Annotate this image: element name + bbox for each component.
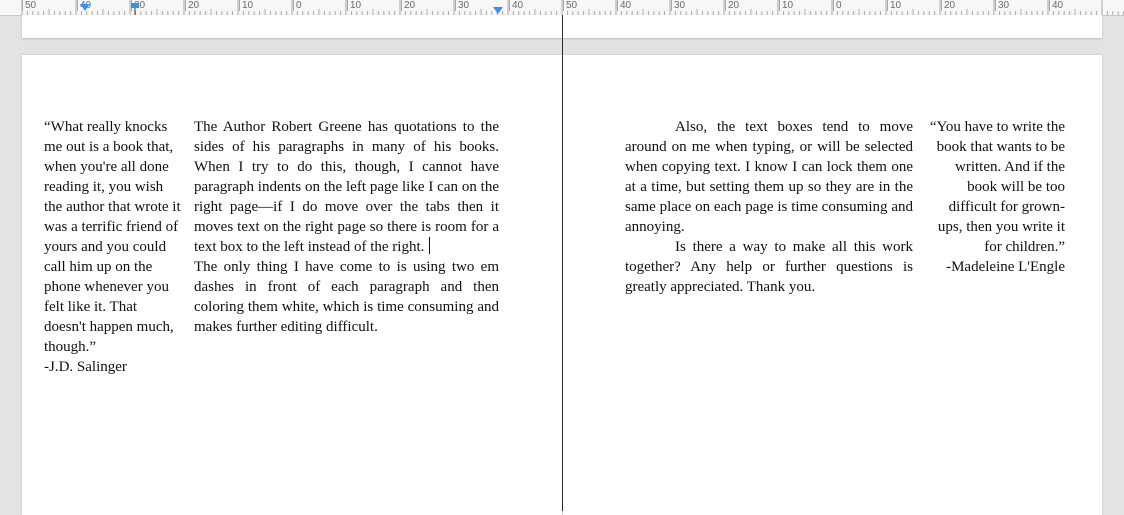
right-indent-marker[interactable] — [492, 6, 504, 15]
ruler-label: 50 — [563, 0, 577, 11]
ruler-label: 20 — [725, 0, 739, 11]
ruler-label: 30 — [455, 0, 469, 11]
right-page-body[interactable]: Also, the text boxes tend to move around… — [625, 117, 913, 297]
ruler-label: 10 — [779, 0, 793, 11]
ruler-label: 40 — [1049, 0, 1063, 11]
ruler-label: 10 — [347, 0, 361, 11]
ruler-label: 10 — [239, 0, 253, 11]
right-sidebar-attribution: -Madeleine L'Engle — [946, 259, 1065, 275]
ruler-label: 40 — [509, 0, 523, 11]
left-paragraph-1: The Author Robert Greene has quotations … — [194, 117, 499, 257]
right-paragraph-1: Also, the text boxes tend to move around… — [625, 119, 913, 235]
left-sidebar-quote-box[interactable]: “What really knocks me out is a book tha… — [44, 117, 182, 377]
ruler-label: 0 — [833, 0, 842, 11]
previous-page-right — [563, 15, 1102, 38]
ruler-label: 20 — [185, 0, 199, 11]
horizontal-ruler[interactable]: 50 40 30 20 10 0 10 20 30 40 50 40 30 20… — [0, 0, 1124, 16]
ruler-ticks — [21, 0, 1124, 15]
left-paragraph-2: The only thing I have come to is using t… — [194, 259, 499, 335]
ruler-label: 40 — [617, 0, 631, 11]
ruler-label: 20 — [941, 0, 955, 11]
previous-page-left — [22, 15, 562, 38]
ruler-label: 20 — [401, 0, 415, 11]
left-indent-marker[interactable] — [129, 2, 141, 15]
ruler-label: 50 — [22, 0, 36, 11]
page-divider — [562, 15, 563, 511]
ruler-label: 30 — [671, 0, 685, 11]
right-paragraph-2: Is there a way to make all this work tog… — [625, 239, 913, 295]
left-page-body[interactable]: The Author Robert Greene has quotations … — [194, 117, 499, 337]
left-paragraph-1-text: The Author Robert Greene has quotations … — [194, 119, 499, 255]
right-sidebar-quote-box[interactable]: “You have to write the book that wants t… — [927, 117, 1065, 277]
right-sidebar-quote: “You have to write the book that wants t… — [929, 119, 1065, 255]
left-sidebar-attribution: -J.D. Salinger — [44, 359, 127, 375]
first-line-indent-marker[interactable] — [79, 3, 91, 13]
ruler-label: 10 — [887, 0, 901, 11]
text-cursor — [429, 237, 431, 254]
left-sidebar-quote: “What really knocks me out is a book tha… — [44, 119, 181, 355]
ruler-label: 0 — [293, 0, 302, 11]
ruler-label: 30 — [995, 0, 1009, 11]
